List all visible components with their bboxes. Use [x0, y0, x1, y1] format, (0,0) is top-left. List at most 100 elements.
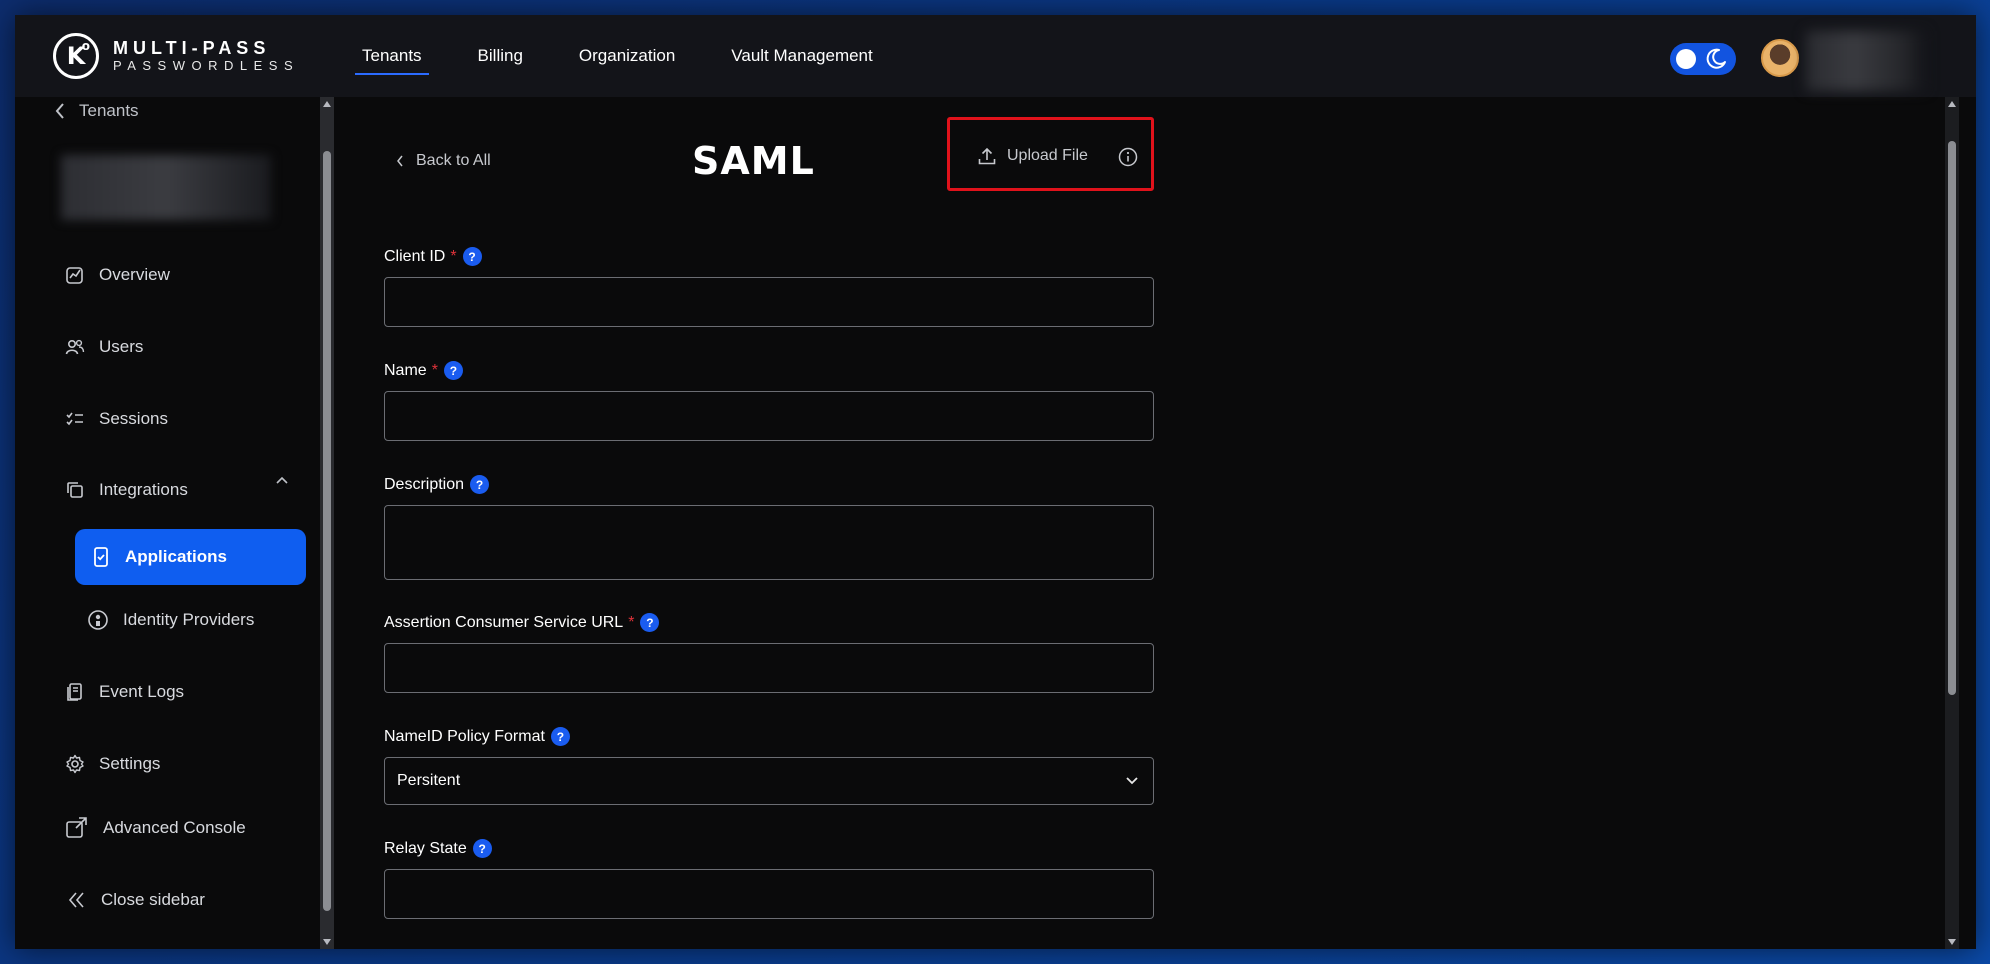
field-label-text: Assertion Consumer Service URL	[384, 613, 624, 631]
theme-toggle[interactable]	[1670, 43, 1736, 75]
field-label-text: Name	[384, 361, 427, 379]
required-marker: *	[431, 361, 438, 379]
required-marker: *	[628, 613, 635, 631]
acs-url-field[interactable]	[384, 643, 1154, 693]
moon-icon	[1706, 48, 1726, 69]
help-icon[interactable]: ?	[462, 247, 482, 266]
name-label: Name * ?	[384, 361, 463, 380]
page-title: SAML	[692, 139, 815, 183]
help-icon[interactable]: ?	[470, 475, 490, 494]
main-scrollbar[interactable]	[1945, 97, 1959, 949]
chevron-left-icon	[397, 155, 403, 167]
field-label-text: Description	[384, 475, 465, 493]
main-content: Back to All SAML Upload File Client ID *…	[334, 97, 1945, 949]
description-field[interactable]	[384, 505, 1154, 580]
nav-tenants[interactable]: Tenants	[355, 15, 429, 97]
mobile-check-icon	[94, 547, 108, 567]
scroll-up-arrow-icon[interactable]	[323, 101, 331, 107]
nameid-policy-label: NameID Policy Format ?	[384, 727, 570, 746]
logo-mark-icon: Ko	[53, 33, 99, 79]
upload-file-button[interactable]: Upload File	[977, 146, 1088, 166]
top-navbar: Ko MULTI-PASS PASSWORDLESS Tenants Billi…	[15, 15, 1976, 97]
user-name-blurred[interactable]	[1806, 31, 1926, 91]
sidebar-item-label: Applications	[125, 547, 228, 566]
back-to-all-label: Back to All	[416, 152, 491, 169]
scroll-down-arrow-icon[interactable]	[1948, 939, 1956, 945]
sidebar-item-sessions[interactable]: Sessions	[65, 404, 168, 434]
app-window: Ko MULTI-PASS PASSWORDLESS Tenants Billi…	[15, 15, 1976, 949]
gear-icon	[66, 754, 84, 774]
sidebar-item-identity-providers[interactable]: Identity Providers	[87, 605, 254, 635]
chevron-up-icon[interactable]	[275, 475, 289, 485]
chevron-left-icon	[55, 103, 64, 119]
logo-text: MULTI-PASS PASSWORDLESS	[113, 38, 299, 74]
sidebar-item-advanced-console[interactable]: Advanced Console	[65, 813, 246, 843]
chart-icon	[66, 267, 83, 284]
sidebar-item-label: Identity Providers	[123, 610, 255, 629]
scrollbar-thumb[interactable]	[323, 151, 331, 911]
sidebar-item-overview[interactable]: Overview	[65, 260, 170, 290]
sidebar-item-settings[interactable]: Settings	[65, 749, 160, 779]
name-field[interactable]	[384, 391, 1154, 441]
upload-file-label: Upload File	[1007, 147, 1088, 164]
acs-url-label: Assertion Consumer Service URL * ?	[384, 613, 660, 632]
sidebar-scrollbar[interactable]	[320, 97, 334, 949]
upload-highlight-box: Upload File	[947, 117, 1154, 191]
sidebar-item-label: Integrations	[99, 480, 188, 499]
nameid-policy-select[interactable]: Persitent	[384, 757, 1154, 805]
help-icon[interactable]: ?	[443, 361, 463, 380]
required-marker: *	[450, 247, 457, 265]
scroll-up-arrow-icon[interactable]	[1948, 101, 1956, 107]
external-link-icon	[66, 817, 87, 838]
select-value: Persitent	[397, 772, 461, 789]
users-icon	[65, 339, 85, 355]
scrollbar-thumb[interactable]	[1948, 141, 1956, 695]
sidebar-item-integrations[interactable]: Integrations	[65, 475, 188, 505]
help-icon[interactable]: ?	[640, 613, 660, 632]
sidebar-back-label: Tenants	[79, 101, 139, 120]
nav-organization[interactable]: Organization	[579, 15, 675, 97]
copy-icon	[67, 482, 83, 498]
sidebar-item-label: Users	[99, 337, 144, 356]
sidebar-item-label: Settings	[99, 754, 161, 773]
nav-vault-management[interactable]: Vault Management	[731, 15, 872, 97]
double-chevron-left-icon	[68, 892, 84, 908]
sidebar-item-label: Close sidebar	[101, 890, 205, 909]
chevron-down-icon	[1126, 777, 1138, 785]
main-nav: Tenants Billing Organization Vault Manag…	[355, 15, 929, 97]
sidebar-back-tenants[interactable]: Tenants	[55, 101, 139, 121]
relay-state-label: Relay State ?	[384, 839, 492, 858]
nav-billing[interactable]: Billing	[478, 15, 523, 97]
document-icon	[67, 683, 82, 701]
sidebar-item-label: Sessions	[99, 409, 168, 428]
avatar[interactable]	[1761, 39, 1799, 77]
info-icon[interactable]	[1118, 147, 1138, 167]
sidebar-item-label: Event Logs	[99, 682, 185, 701]
sidebar: Tenants Overview Users Sessions Integrat…	[15, 97, 320, 949]
checklist-icon	[66, 412, 83, 426]
field-label-text: NameID Policy Format	[384, 727, 545, 745]
upload-icon	[978, 147, 996, 165]
description-label: Description ?	[384, 475, 490, 494]
logo-line1: MULTI-PASS	[113, 38, 271, 58]
field-label-text: Relay State	[384, 839, 467, 857]
client-id-field[interactable]	[384, 277, 1154, 327]
field-label-text: Client ID	[384, 247, 446, 265]
scroll-down-arrow-icon[interactable]	[323, 939, 331, 945]
sidebar-item-event-logs[interactable]: Event Logs	[65, 677, 184, 707]
toggle-knob	[1676, 49, 1696, 69]
sidebar-item-users[interactable]: Users	[65, 332, 143, 362]
logo-line2: PASSWORDLESS	[113, 58, 300, 73]
tenant-name-blurred	[61, 155, 271, 220]
identity-icon	[88, 610, 108, 630]
help-icon[interactable]: ?	[550, 727, 570, 746]
back-to-all-link[interactable]: Back to All	[396, 152, 491, 170]
sidebar-item-applications[interactable]: Applications	[75, 529, 306, 585]
sidebar-item-label: Advanced Console	[103, 818, 246, 837]
close-sidebar-button[interactable]: Close sidebar	[67, 885, 205, 915]
client-id-label: Client ID * ?	[384, 247, 482, 266]
help-icon[interactable]: ?	[472, 839, 492, 858]
sidebar-item-label: Overview	[99, 265, 170, 284]
logo[interactable]: Ko MULTI-PASS PASSWORDLESS	[53, 33, 299, 79]
relay-state-field[interactable]	[384, 869, 1154, 919]
